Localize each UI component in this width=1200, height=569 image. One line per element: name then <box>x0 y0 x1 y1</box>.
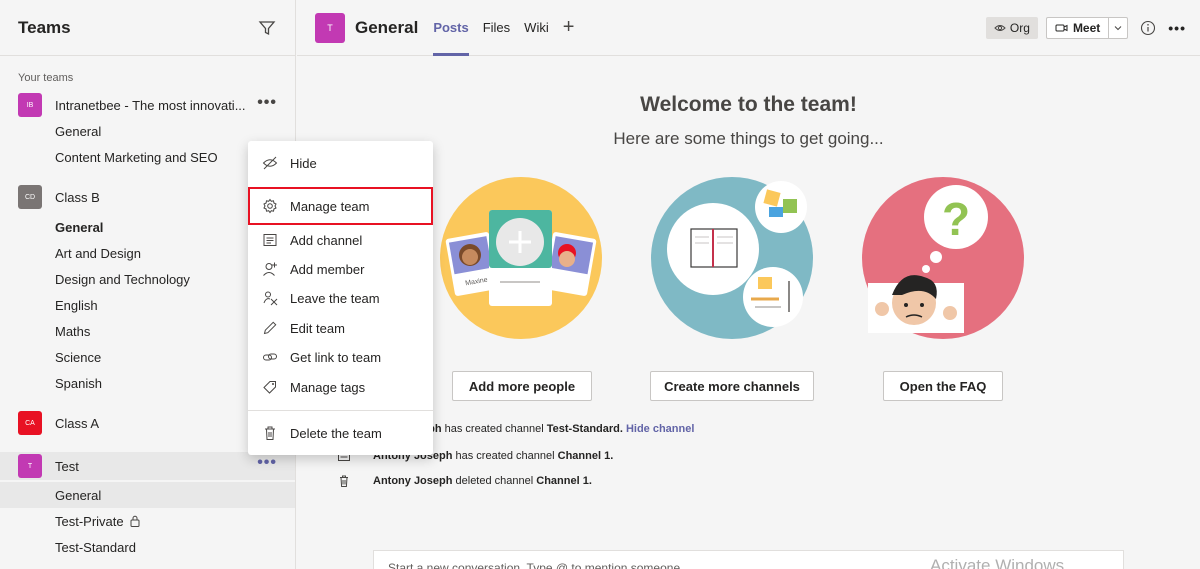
add-more-people-button[interactable]: Add more people <box>452 371 592 401</box>
channels-illustration <box>651 177 813 339</box>
hide-channel-link[interactable]: Hide channel <box>626 423 694 435</box>
channel-item[interactable]: General <box>0 482 295 508</box>
eye-icon <box>994 24 1006 31</box>
org-button[interactable]: Org <box>985 16 1038 39</box>
menu-item-leave-team[interactable]: Leave the team <box>248 283 433 313</box>
menu-item-get-link[interactable]: Get link to team <box>248 342 433 372</box>
menu-label: Delete the team <box>290 425 382 441</box>
team-avatar: CA <box>18 411 42 435</box>
menu-label: Add member <box>290 261 365 277</box>
menu-divider <box>248 410 433 411</box>
lock-icon <box>130 515 140 527</box>
menu-label: Hide <box>290 155 317 171</box>
activity-text: deleted channel <box>452 475 537 487</box>
channel-label: Test-Private <box>55 513 124 529</box>
tag-icon <box>263 381 276 394</box>
menu-item-add-member[interactable]: Add member <box>248 254 433 284</box>
chevron-down-icon[interactable] <box>1109 18 1127 38</box>
sidebar-header: Teams <box>0 0 295 56</box>
meet-label: Meet <box>1072 20 1101 35</box>
team-name: Class B <box>55 189 100 205</box>
activity-item: Antony Joseph deleted channel Channel 1. <box>337 474 592 488</box>
menu-label: Leave the team <box>290 290 380 306</box>
more-options-icon[interactable]: ••• <box>1168 20 1186 36</box>
more-options-icon[interactable]: ••• <box>257 454 277 472</box>
activity-channel: Channel 1. <box>536 475 592 487</box>
welcome-heading: Welcome to the team! <box>640 93 857 116</box>
leave-icon <box>263 291 278 306</box>
activity-channel: Channel 1. <box>557 450 614 462</box>
channel-avatar: T <box>315 12 345 43</box>
video-icon <box>1055 24 1068 31</box>
team-context-menu: Hide Manage team Add channel Add member … <box>248 141 433 455</box>
channel-title: General <box>355 17 419 37</box>
org-label: Org <box>1009 20 1030 35</box>
info-icon[interactable] <box>1140 20 1156 36</box>
open-faq-button[interactable]: Open the FAQ <box>883 371 1003 401</box>
channel-icon <box>263 234 277 246</box>
menu-label: Edit team <box>290 320 345 336</box>
menu-item-manage-tags[interactable]: Manage tags <box>248 372 433 402</box>
menu-label: Manage tags <box>290 379 366 395</box>
faq-illustration: ? <box>862 177 1024 339</box>
svg-text:?: ? <box>942 193 970 245</box>
team-avatar: IB <box>18 93 42 117</box>
menu-item-manage-team[interactable]: Manage team <box>248 187 433 225</box>
more-options-icon[interactable]: ••• <box>257 94 277 112</box>
tab-files[interactable]: Files <box>483 0 510 56</box>
tab-wiki[interactable]: Wiki <box>524 0 549 56</box>
menu-label: Add channel <box>290 232 363 248</box>
channel-item-private[interactable]: Test-Private <box>0 508 295 534</box>
hide-icon <box>262 156 278 170</box>
team-name: Intranetbee - The most innovati... <box>55 97 246 113</box>
filter-icon[interactable] <box>257 18 277 38</box>
menu-item-add-channel[interactable]: Add channel <box>248 225 433 255</box>
header-actions: Org Meet ••• <box>985 16 1186 39</box>
your-teams-label: Your teams <box>18 72 74 84</box>
add-tab-icon[interactable]: + <box>563 16 575 39</box>
add-member-icon <box>263 262 277 276</box>
menu-item-hide[interactable]: Hide <box>248 148 433 178</box>
activity-channel: Test-Standard. <box>546 423 623 435</box>
menu-label: Manage team <box>290 198 370 214</box>
link-icon <box>263 353 277 361</box>
team-name: Test <box>55 458 79 474</box>
menu-item-delete-team[interactable]: Delete the team <box>248 418 433 448</box>
sidebar-title: Teams <box>18 17 71 37</box>
activity-user: Antony Joseph <box>373 475 453 487</box>
channel-header: T General Posts Files Wiki + Org Meet ••… <box>297 0 1200 56</box>
menu-label: Get link to team <box>290 349 382 365</box>
activity-text: has created channel <box>441 423 547 435</box>
activity-item: eph has created channel Test-Standard. H… <box>422 423 694 435</box>
gear-icon <box>263 198 277 214</box>
tab-posts[interactable]: Posts <box>433 0 469 56</box>
team-avatar: T <box>18 454 42 478</box>
add-people-illustration: Maxine <box>440 177 602 339</box>
team-item-test[interactable]: T Test ••• <box>0 452 295 480</box>
activity-text: has created channel <box>452 450 558 462</box>
create-more-channels-button[interactable]: Create more channels <box>650 371 814 401</box>
activation-watermark: Activate Windows <box>930 556 1065 569</box>
trash-icon <box>340 475 348 487</box>
meet-button[interactable]: Meet <box>1045 16 1129 39</box>
menu-item-edit-team[interactable]: Edit team <box>248 313 433 343</box>
trash-icon <box>265 426 275 440</box>
team-item-intranetbee[interactable]: IB Intranetbee - The most innovati... ••… <box>0 92 295 118</box>
team-avatar: CD <box>18 185 42 209</box>
pencil-icon <box>263 321 277 335</box>
team-name: Class A <box>55 415 100 431</box>
meet-now[interactable]: Meet <box>1047 17 1110 38</box>
channel-item[interactable]: Test-Standard <box>0 534 295 560</box>
